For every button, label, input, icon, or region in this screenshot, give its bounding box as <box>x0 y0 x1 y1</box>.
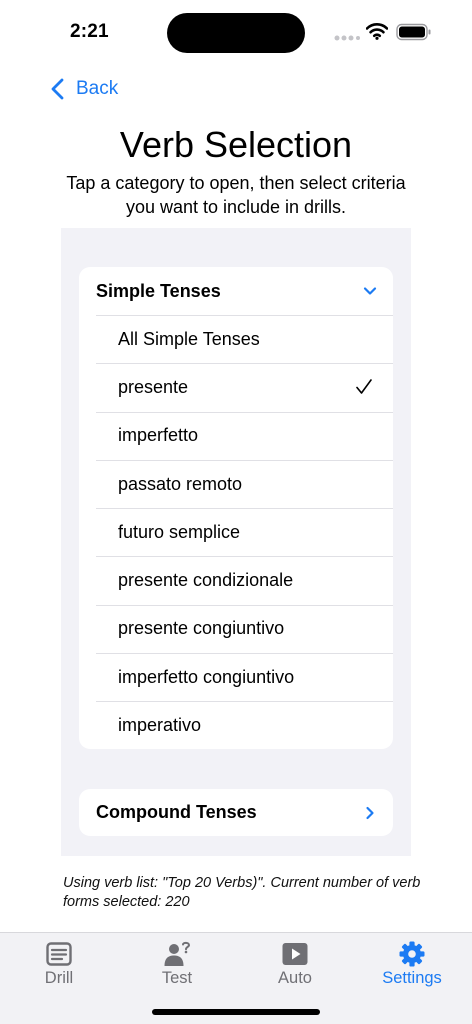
tense-label: imperfetto <box>118 425 199 446</box>
dynamic-island <box>167 13 305 53</box>
tense-label: imperfetto congiuntivo <box>118 666 295 687</box>
tense-row-presente[interactable]: presente <box>79 363 393 411</box>
simple-tenses-header[interactable]: Simple Tenses <box>79 267 393 315</box>
verb-count-note: Using verb list: "Top 20 Verbs)". Curren… <box>63 875 421 910</box>
tab-label: Auto <box>278 969 312 987</box>
tense-row-all-simple-tenses[interactable]: All Simple Tenses <box>79 315 393 363</box>
wifi-icon <box>366 23 388 40</box>
simple-tenses-section: Simple Tenses All Simple Tenses presente… <box>79 267 393 749</box>
tab-auto[interactable]: Auto <box>245 941 345 991</box>
tense-row-imperativo[interactable]: imperativo <box>79 701 393 749</box>
back-button[interactable]: Back <box>50 74 118 104</box>
page-title: Verb Selection <box>119 124 353 165</box>
gear-icon <box>399 941 425 967</box>
tab-label: Drill <box>44 969 74 987</box>
cellular-signal-icon <box>334 35 360 41</box>
home-indicator <box>152 1009 320 1015</box>
tab-label: Test <box>161 969 193 987</box>
tab-drill[interactable]: Drill <box>9 941 109 991</box>
tab-settings[interactable]: Settings <box>362 941 462 991</box>
tab-test[interactable]: Test <box>127 941 227 991</box>
status-time: 2:21 <box>70 21 109 42</box>
tense-row-presente-congiuntivo[interactable]: presente congiuntivo <box>79 604 393 653</box>
chevron-left-icon <box>51 78 64 100</box>
section-title: Compound Tenses <box>96 802 257 822</box>
chevron-down-icon <box>363 287 377 295</box>
section-title: Simple Tenses <box>96 280 221 301</box>
list-card-icon <box>46 942 72 966</box>
compound-tenses-header[interactable]: Compound Tenses <box>79 789 393 836</box>
play-icon <box>282 943 308 965</box>
tense-label: futuro semplice <box>118 521 241 542</box>
tense-label: passato remoto <box>118 473 243 494</box>
back-label: Back <box>76 78 119 99</box>
tense-label: imperativo <box>118 715 202 736</box>
tense-row-imperfetto[interactable]: imperfetto <box>79 411 393 460</box>
tense-label: presente congiuntivo <box>118 618 285 639</box>
tense-row-presente-condizionale[interactable]: presente condizionale <box>79 556 393 604</box>
status-bar: 2:21 <box>0 0 472 64</box>
checkmark-icon <box>356 379 372 395</box>
page-subtitle: Tap a category to open, then select crit… <box>66 173 406 217</box>
tense-row-futuro-semplice[interactable]: futuro semplice <box>79 508 393 556</box>
tense-label: All Simple Tenses <box>118 328 260 349</box>
category-list: Simple Tenses All Simple Tenses presente… <box>61 228 411 856</box>
tense-label: presente condizionale <box>118 570 294 591</box>
tense-row-passato-remoto[interactable]: passato remoto <box>79 459 393 508</box>
compound-tenses-section: Compound Tenses <box>79 789 393 836</box>
chevron-right-icon <box>366 806 374 819</box>
tense-label: presente <box>118 376 189 397</box>
person-question-icon <box>164 941 191 966</box>
tab-label: Settings <box>382 969 442 987</box>
tense-row-imperfetto-congiuntivo[interactable]: imperfetto congiuntivo <box>79 653 393 701</box>
battery-icon <box>396 23 431 41</box>
